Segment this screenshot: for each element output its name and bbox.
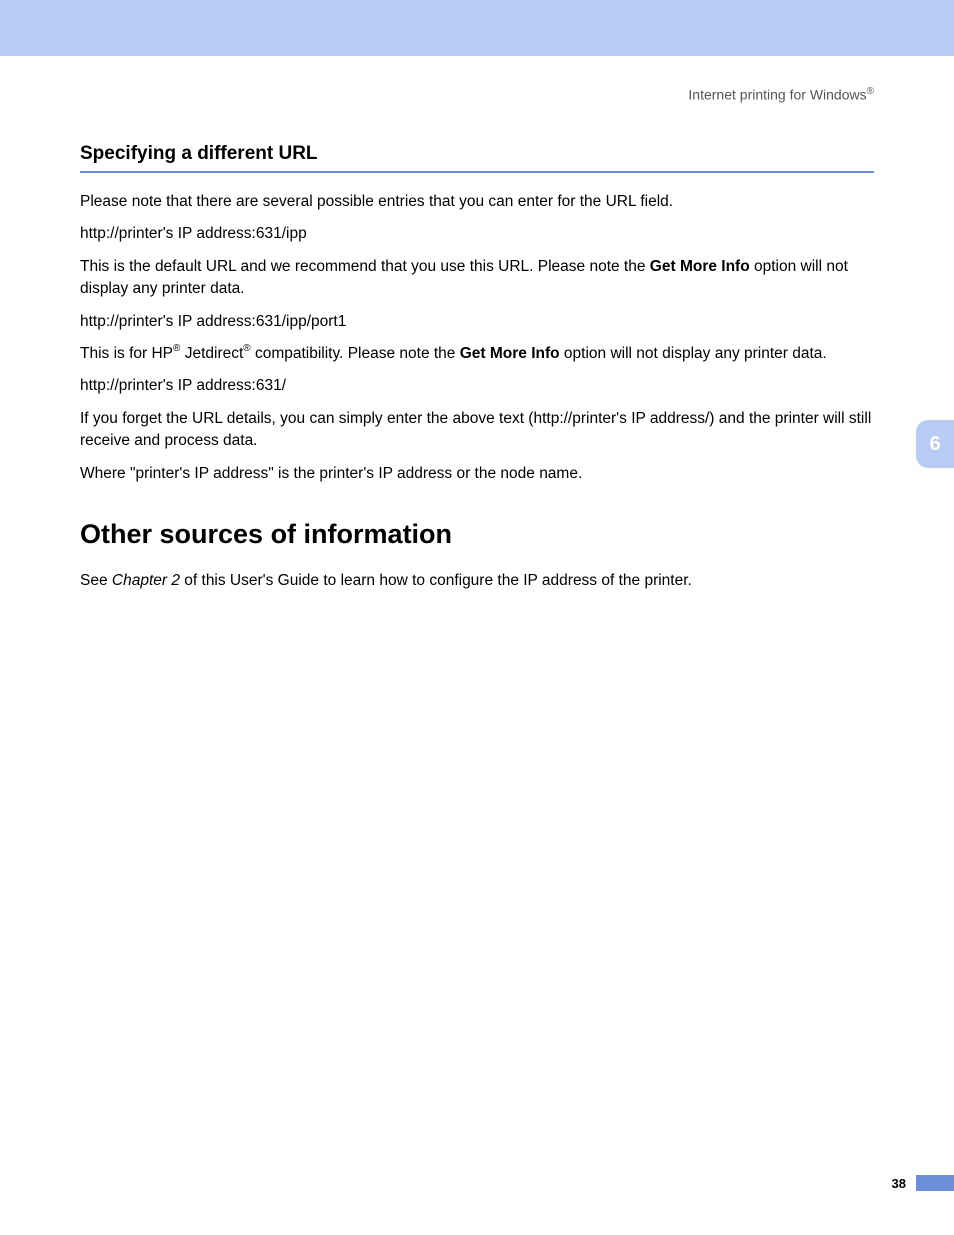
main-heading: Other sources of information <box>80 519 874 550</box>
paragraph: Where "printer's IP address" is the prin… <box>80 463 874 485</box>
running-header: Internet printing for Windows® <box>80 86 874 103</box>
running-header-text: Internet printing for Windows <box>688 87 866 103</box>
paragraph: If you forget the URL details, you can s… <box>80 408 874 453</box>
page-number: 38 <box>892 1176 906 1191</box>
italic-text: Chapter 2 <box>112 572 180 589</box>
page-footer: 38 <box>892 1175 954 1191</box>
chapter-tab: 6 <box>916 420 954 468</box>
url-text: http://printer's IP address:631/ipp <box>80 223 874 245</box>
url-text: http://printer's IP address:631/ <box>80 375 874 397</box>
top-decorative-band <box>0 0 954 56</box>
text: of this User's Guide to learn how to con… <box>180 572 692 589</box>
registered-mark: ® <box>243 343 250 354</box>
text: Jetdirect <box>180 345 243 362</box>
paragraph: This is the default URL and we recommend… <box>80 256 874 301</box>
paragraph: Please note that there are several possi… <box>80 191 874 213</box>
page-content: Internet printing for Windows® Specifyin… <box>0 56 954 593</box>
registered-mark: ® <box>173 343 180 354</box>
url-text: http://printer's IP address:631/ipp/port… <box>80 311 874 333</box>
text: This is the default URL and we recommend… <box>80 258 650 275</box>
paragraph: See Chapter 2 of this User's Guide to le… <box>80 570 874 592</box>
text: See <box>80 572 112 589</box>
bold-text: Get More Info <box>650 258 750 275</box>
paragraph: This is for HP® Jetdirect® compatibility… <box>80 343 874 365</box>
text: compatibility. Please note the <box>251 345 460 362</box>
bold-text: Get More Info <box>460 345 560 362</box>
text: option will not display any printer data… <box>560 345 827 362</box>
page-tab-bar <box>916 1175 954 1191</box>
text: This is for HP <box>80 345 173 362</box>
registered-mark: ® <box>867 86 874 97</box>
chapter-number: 6 <box>929 433 940 456</box>
section-title: Specifying a different URL <box>80 143 874 173</box>
